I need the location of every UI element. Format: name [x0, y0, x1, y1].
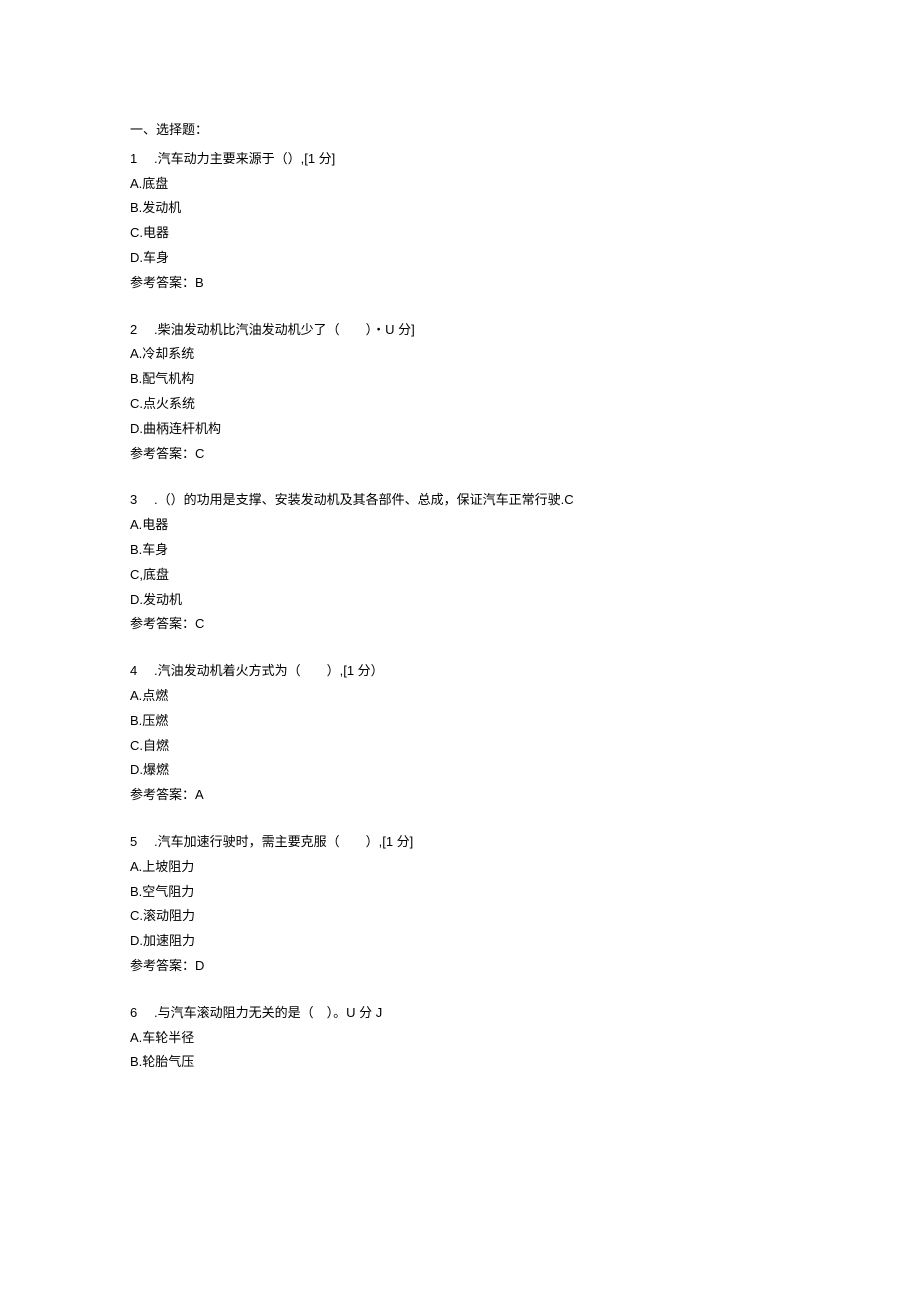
question-option: B.发动机: [130, 198, 790, 219]
question-text: .（）的功用是支撑、安装发动机及其各部件、总成，保证汽车正常行驶.C: [154, 490, 790, 511]
question-option: D.曲柄连杆机构: [130, 419, 790, 440]
question-number: 1: [130, 149, 140, 170]
question-option: B.配气机构: [130, 369, 790, 390]
question-option: A.点燃: [130, 686, 790, 707]
question-option: B.轮胎气压: [130, 1052, 790, 1073]
question-number: 3: [130, 490, 140, 511]
document-page: 一、选择题： 1 .汽车动力主要来源于（）,[1 分] A.底盘 B.发动机 C…: [0, 0, 920, 1301]
question-text: .汽车动力主要来源于（）,[1 分]: [154, 149, 790, 170]
question-answer: 参考答案：D: [130, 956, 790, 977]
question-stem: 5 .汽车加速行驶时，需主要克服（ ）,[1 分]: [130, 832, 790, 853]
question-option: A.上坡阻力: [130, 857, 790, 878]
question-option: B.压燃: [130, 711, 790, 732]
question-number: 5: [130, 832, 140, 853]
question-option: A.底盘: [130, 174, 790, 195]
question-number: 4: [130, 661, 140, 682]
question-option: C.电器: [130, 223, 790, 244]
question-option: B.车身: [130, 540, 790, 561]
question-option: B.空气阻力: [130, 882, 790, 903]
question-option: A.电器: [130, 515, 790, 536]
question-answer: 参考答案：C: [130, 444, 790, 465]
question-text: .汽车加速行驶时，需主要克服（ ）,[1 分]: [154, 832, 790, 853]
question-option: A.冷却系统: [130, 344, 790, 365]
question-answer: 参考答案：A: [130, 785, 790, 806]
question-stem: 1 .汽车动力主要来源于（）,[1 分]: [130, 149, 790, 170]
question-option: D.加速阻力: [130, 931, 790, 952]
question-number: 6: [130, 1003, 140, 1024]
question-text: .柴油发动机比汽油发动机少了（ ）・U 分]: [154, 320, 790, 341]
question-answer: 参考答案：C: [130, 614, 790, 635]
question-option: A.车轮半径: [130, 1028, 790, 1049]
question-stem: 2 .柴油发动机比汽油发动机少了（ ）・U 分]: [130, 320, 790, 341]
question-number: 2: [130, 320, 140, 341]
section-title: 一、选择题：: [130, 120, 790, 141]
question-option: D.爆燃: [130, 760, 790, 781]
question-stem: 3 .（）的功用是支撑、安装发动机及其各部件、总成，保证汽车正常行驶.C: [130, 490, 790, 511]
question-option: C.自燃: [130, 736, 790, 757]
question-option: D.车身: [130, 248, 790, 269]
question-option: C,底盘: [130, 565, 790, 586]
question-option: C.点火系统: [130, 394, 790, 415]
question-option: C.滚动阻力: [130, 906, 790, 927]
question-answer: 参考答案：B: [130, 273, 790, 294]
question-text: .汽油发动机着火方式为（ ）,[1 分）: [154, 661, 790, 682]
question-stem: 6 .与汽车滚动阻力无关的是（ ）。U 分 J: [130, 1003, 790, 1024]
question-text: .与汽车滚动阻力无关的是（ ）。U 分 J: [154, 1003, 790, 1024]
question-option: D.发动机: [130, 590, 790, 611]
question-stem: 4 .汽油发动机着火方式为（ ）,[1 分）: [130, 661, 790, 682]
